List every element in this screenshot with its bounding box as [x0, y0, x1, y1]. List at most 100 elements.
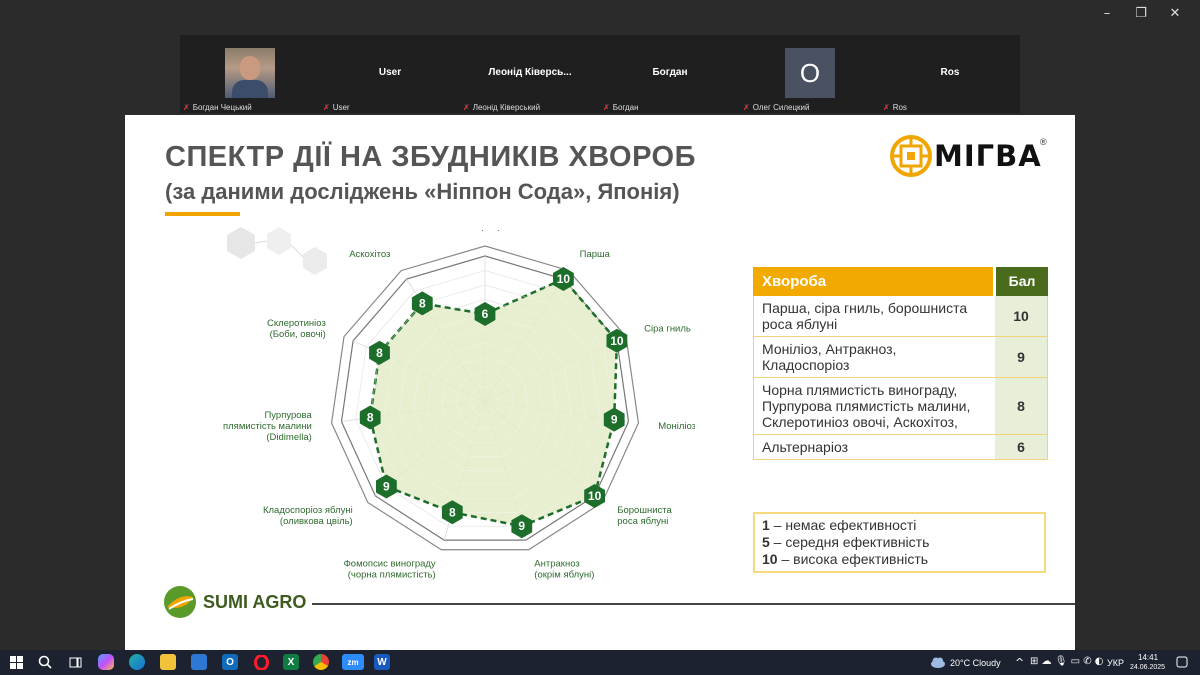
system-tray-icons[interactable]: ⊞ ☁ 🎙 ▭ ✆ ◐: [1030, 656, 1104, 667]
radar-axis-label: Пурпурова плямистість малини (Didimella): [223, 410, 313, 443]
radar-axis-label: Кладоспоріоз яблуні (оливкова цвіль): [263, 505, 353, 527]
radar-point-value: 8: [419, 296, 426, 310]
participant-label: ✗ Леонід Ківерський: [463, 103, 541, 112]
participant-name: Леонід Ківерсь...: [488, 67, 572, 78]
windows-taskbar: O X zm W 20°C Cloudy ^ ⊞ ☁ 🎙 ▭ ✆ ◐ УКР 1…: [0, 650, 1200, 675]
radar-axis-label: Моніліоз: [658, 421, 695, 432]
header-disease: Хвороба: [753, 267, 993, 296]
participant-tile-2[interactable]: User ✗ User: [320, 35, 460, 113]
language-indicator[interactable]: УКР: [1107, 658, 1124, 668]
radar-chart: 6 10 10 9 10 9 8 9 8 8 8 Альтернаріоз Парша Сіра гни…: [223, 230, 695, 580]
opera-icon[interactable]: [253, 654, 269, 670]
radar-axis-label: Аскохітоз: [349, 249, 390, 260]
radar-point-value: 8: [449, 505, 456, 519]
chevron-up-icon[interactable]: ^: [1015, 656, 1024, 669]
radar-point-value: 6: [482, 307, 489, 321]
store-icon[interactable]: [191, 654, 207, 670]
copilot-icon[interactable]: [98, 654, 114, 670]
radar-point-value: 8: [367, 411, 374, 425]
table-cell-disease: Парша, сіра гниль, борошниста роса яблун…: [753, 296, 992, 336]
header-score: Бал: [996, 267, 1048, 296]
weather-cloud-icon: [930, 654, 946, 670]
participant-label: ✗ Ros: [883, 103, 907, 112]
table-header: Хвороба Бал: [753, 267, 1048, 296]
radar-point-value: 10: [588, 489, 602, 503]
clock-time[interactable]: 14:41: [1138, 653, 1158, 662]
minimize-button[interactable]: –: [1092, 4, 1122, 22]
close-button[interactable]: ✕: [1160, 4, 1190, 22]
radar-axis-label: Альтернаріоз: [456, 230, 514, 232]
registered-mark: ®: [1040, 137, 1047, 147]
search-icon[interactable]: [37, 654, 53, 670]
table-row: Чорна плямистість винограду, Пурпурова п…: [753, 378, 1048, 435]
mygva-wordmark: МІГВА: [934, 139, 1042, 173]
mic-muted-icon: ✗: [743, 103, 750, 112]
participant-label: ✗ User: [323, 103, 350, 112]
table-cell-score: 9: [995, 337, 1048, 377]
mic-muted-icon: ✗: [463, 103, 470, 112]
chrome-icon[interactable]: [313, 654, 329, 670]
participant-tile-1[interactable]: ✗ Богдан Чецький: [180, 35, 320, 113]
radar-point-value: 9: [518, 519, 525, 533]
title-underline: [165, 212, 240, 216]
legend-item: 10 – висока ефективність: [762, 551, 929, 567]
word-icon[interactable]: W: [374, 654, 390, 670]
participant-name: User: [378, 67, 402, 78]
mygva-emblem-icon: [890, 135, 932, 177]
participant-gallery: ✗ Богдан Чецький User ✗ User Леонід Ківерс…: [180, 35, 1020, 113]
participant-tile-4[interactable]: Богдан ✗ Богдан: [600, 35, 740, 113]
file-explorer-icon[interactable]: [160, 654, 176, 670]
radar-point-value: 10: [557, 272, 571, 286]
participant-tile-5[interactable]: О ✗ Олег Силецкий: [740, 35, 880, 113]
legend-item: 1 – немає ефективності: [762, 517, 917, 533]
mic-muted-icon: ✗: [183, 103, 190, 112]
participant-tile-6[interactable]: Ros ✗ Ros: [880, 35, 1020, 113]
table-cell-score: 6: [995, 435, 1048, 459]
clock-date[interactable]: 24.06.2025: [1130, 664, 1165, 671]
radar-point-value: 9: [383, 479, 390, 493]
participant-label: ✗ Богдан Чецький: [183, 103, 252, 112]
table-cell-score: 8: [995, 378, 1048, 434]
mic-muted-icon: ✗: [323, 103, 330, 112]
table-cell-disease: Моніліоз, Антракноз, Кладоспоріоз: [753, 337, 992, 377]
excel-icon[interactable]: X: [283, 654, 299, 670]
windows-start-icon[interactable]: [8, 654, 24, 670]
radar-point-value: 8: [376, 346, 383, 360]
radar-axis-label: Сіра гниль: [644, 323, 691, 334]
table-row: Моніліоз, Антракноз, Кладоспоріоз 9: [753, 337, 1048, 378]
table-cell-disease: Альтернаріоз: [753, 435, 992, 459]
notification-icon[interactable]: [1174, 654, 1190, 670]
participant-label: ✗ Олег Силецкий: [743, 103, 810, 112]
footer-divider: [312, 603, 1075, 605]
legend-item: 5 – середня ефективність: [762, 534, 930, 550]
outlook-icon[interactable]: O: [222, 654, 238, 670]
slide-subtitle: (за даними досліджень «Ніппон Сода», Япо…: [165, 179, 680, 204]
radar-point-value: 10: [610, 334, 624, 348]
disease-score-table: Хвороба Бал Парша, сіра гниль, борошнист…: [753, 267, 1048, 460]
restore-button[interactable]: ❐: [1126, 4, 1156, 22]
sumi-agro-icon: [164, 586, 196, 618]
table-cell-score: 10: [995, 296, 1048, 336]
participant-name: Ros: [940, 67, 960, 78]
mygva-logo: МІГВА ®: [890, 135, 1050, 181]
slide-title: СПЕКТР ДІЇ НА ЗБУДНИКІВ ХВОРОБ: [165, 141, 696, 173]
shared-slide: СПЕКТР ДІЇ НА ЗБУДНИКІВ ХВОРОБ (за даним…: [125, 115, 1075, 650]
table-row: Альтернаріоз 6: [753, 435, 1048, 460]
weather-text[interactable]: 20°C Cloudy: [950, 658, 1001, 668]
radar-axis-label: Склеротиніоз (Боби, овочі): [267, 318, 326, 340]
participant-avatar-letter: О: [785, 48, 835, 98]
radar-axis-label: Фомопсис винограду (чорна плямистість): [344, 558, 436, 580]
participant-label: ✗ Богдан: [603, 103, 639, 112]
radar-axis-label: Парша: [580, 249, 611, 260]
mic-muted-icon: ✗: [883, 103, 890, 112]
window-controls: – ❐ ✕: [1092, 4, 1190, 22]
task-view-icon[interactable]: [67, 654, 83, 670]
edge-icon[interactable]: [129, 654, 145, 670]
radar-axis-label: Антракноз (окрім яблуні): [534, 558, 594, 580]
participant-tile-3[interactable]: Леонід Ківерсь... ✗ Леонід Ківерський: [460, 35, 600, 113]
sumi-agro-wordmark: SUMI AGRO: [203, 591, 307, 612]
zoom-icon[interactable]: zm: [342, 654, 364, 670]
score-legend: 1 – немає ефективності 5 – середня ефект…: [753, 512, 1046, 573]
radar-point-value: 9: [611, 413, 618, 427]
table-cell-disease: Чорна плямистість винограду, Пурпурова п…: [753, 378, 992, 434]
